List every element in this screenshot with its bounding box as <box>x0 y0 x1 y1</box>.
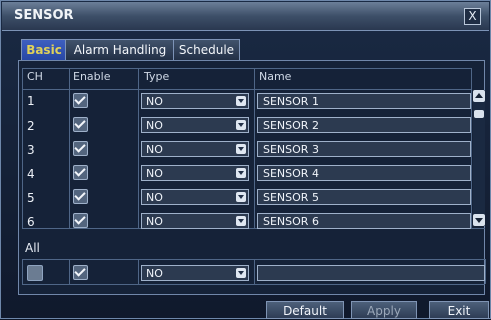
row-ch: 1 <box>27 94 35 108</box>
enable-checkbox[interactable] <box>73 213 88 228</box>
header-ch: CH <box>27 70 43 83</box>
enable-checkbox[interactable] <box>73 189 88 204</box>
scroll-thumb[interactable] <box>474 110 484 118</box>
all-label: All <box>25 241 40 255</box>
row-ch: 3 <box>27 143 35 157</box>
window-title: SENSOR <box>14 8 74 23</box>
check-icon <box>74 213 86 225</box>
check-icon <box>74 265 86 277</box>
type-select[interactable]: NO <box>141 93 249 109</box>
apply-button[interactable]: Apply <box>351 301 417 319</box>
scroll-down-icon[interactable] <box>473 214 485 226</box>
row-ch: 6 <box>27 215 35 229</box>
table-scrollbar[interactable] <box>473 90 485 226</box>
sensor-name-input[interactable]: SENSOR 1 <box>257 93 471 109</box>
enable-checkbox[interactable] <box>73 141 88 156</box>
type-select[interactable]: NO <box>141 117 249 133</box>
check-icon <box>74 165 86 177</box>
enable-checkbox[interactable] <box>73 93 88 108</box>
title-bar: SENSOR X <box>2 2 489 31</box>
type-select[interactable]: NO <box>141 165 249 181</box>
sensor-name-text: SENSOR 2 <box>263 119 319 132</box>
sensor-window: SENSOR X Basic Alarm Handling Schedule C… <box>0 0 491 319</box>
type-select[interactable]: NO <box>141 141 249 157</box>
sensor-name-input[interactable]: SENSOR 6 <box>257 213 471 229</box>
type-value: NO <box>146 143 163 156</box>
all-type-value: NO <box>146 267 163 280</box>
header-name: Name <box>259 70 292 83</box>
sensor-name-input[interactable]: SENSOR 3 <box>257 141 471 157</box>
tab-schedule[interactable]: Schedule <box>173 39 240 60</box>
enable-checkbox[interactable] <box>73 165 88 180</box>
tab-alarm-handling[interactable]: Alarm Handling <box>65 39 175 60</box>
sensor-name-text: SENSOR 4 <box>263 167 319 180</box>
check-icon <box>74 117 86 129</box>
check-icon <box>74 93 86 105</box>
header-type: Type <box>144 70 170 83</box>
dropdown-arrow-icon[interactable] <box>236 168 246 178</box>
check-icon <box>74 141 86 153</box>
type-value: NO <box>146 215 163 228</box>
sensor-name-text: SENSOR 6 <box>263 215 319 228</box>
sensor-name-text: SENSOR 1 <box>263 95 319 108</box>
all-enable-checkbox[interactable] <box>73 265 88 280</box>
type-value: NO <box>146 167 163 180</box>
check-icon <box>74 189 86 201</box>
sensor-name-text: SENSOR 3 <box>263 143 319 156</box>
row-ch: 4 <box>27 167 35 181</box>
row-ch: 5 <box>27 191 35 205</box>
all-name-input[interactable] <box>257 265 485 281</box>
dropdown-arrow-icon[interactable] <box>236 144 246 154</box>
type-select[interactable]: NO <box>141 189 249 205</box>
row-ch: 2 <box>27 119 35 133</box>
dropdown-arrow-icon[interactable] <box>236 216 246 226</box>
type-value: NO <box>146 191 163 204</box>
tab-basic[interactable]: Basic <box>21 39 67 60</box>
dropdown-arrow-icon[interactable] <box>236 268 246 278</box>
close-button[interactable]: X <box>464 8 481 25</box>
enable-checkbox[interactable] <box>73 117 88 132</box>
sensor-name-text: SENSOR 5 <box>263 191 319 204</box>
dropdown-arrow-icon[interactable] <box>236 120 246 130</box>
sensor-name-input[interactable]: SENSOR 5 <box>257 189 471 205</box>
default-button[interactable]: Default <box>266 301 344 319</box>
type-value: NO <box>146 119 163 132</box>
header-enable: Enable <box>73 70 111 83</box>
all-type-select[interactable]: NO <box>141 265 249 281</box>
type-select[interactable]: NO <box>141 213 249 229</box>
type-value: NO <box>146 95 163 108</box>
sensor-name-input[interactable]: SENSOR 4 <box>257 165 471 181</box>
select-all-channels-checkbox[interactable] <box>27 265 43 281</box>
dropdown-arrow-icon[interactable] <box>236 192 246 202</box>
sensor-name-input[interactable]: SENSOR 2 <box>257 117 471 133</box>
dropdown-arrow-icon[interactable] <box>236 96 246 106</box>
scroll-up-icon[interactable] <box>473 90 485 102</box>
exit-button[interactable]: Exit <box>429 301 489 319</box>
